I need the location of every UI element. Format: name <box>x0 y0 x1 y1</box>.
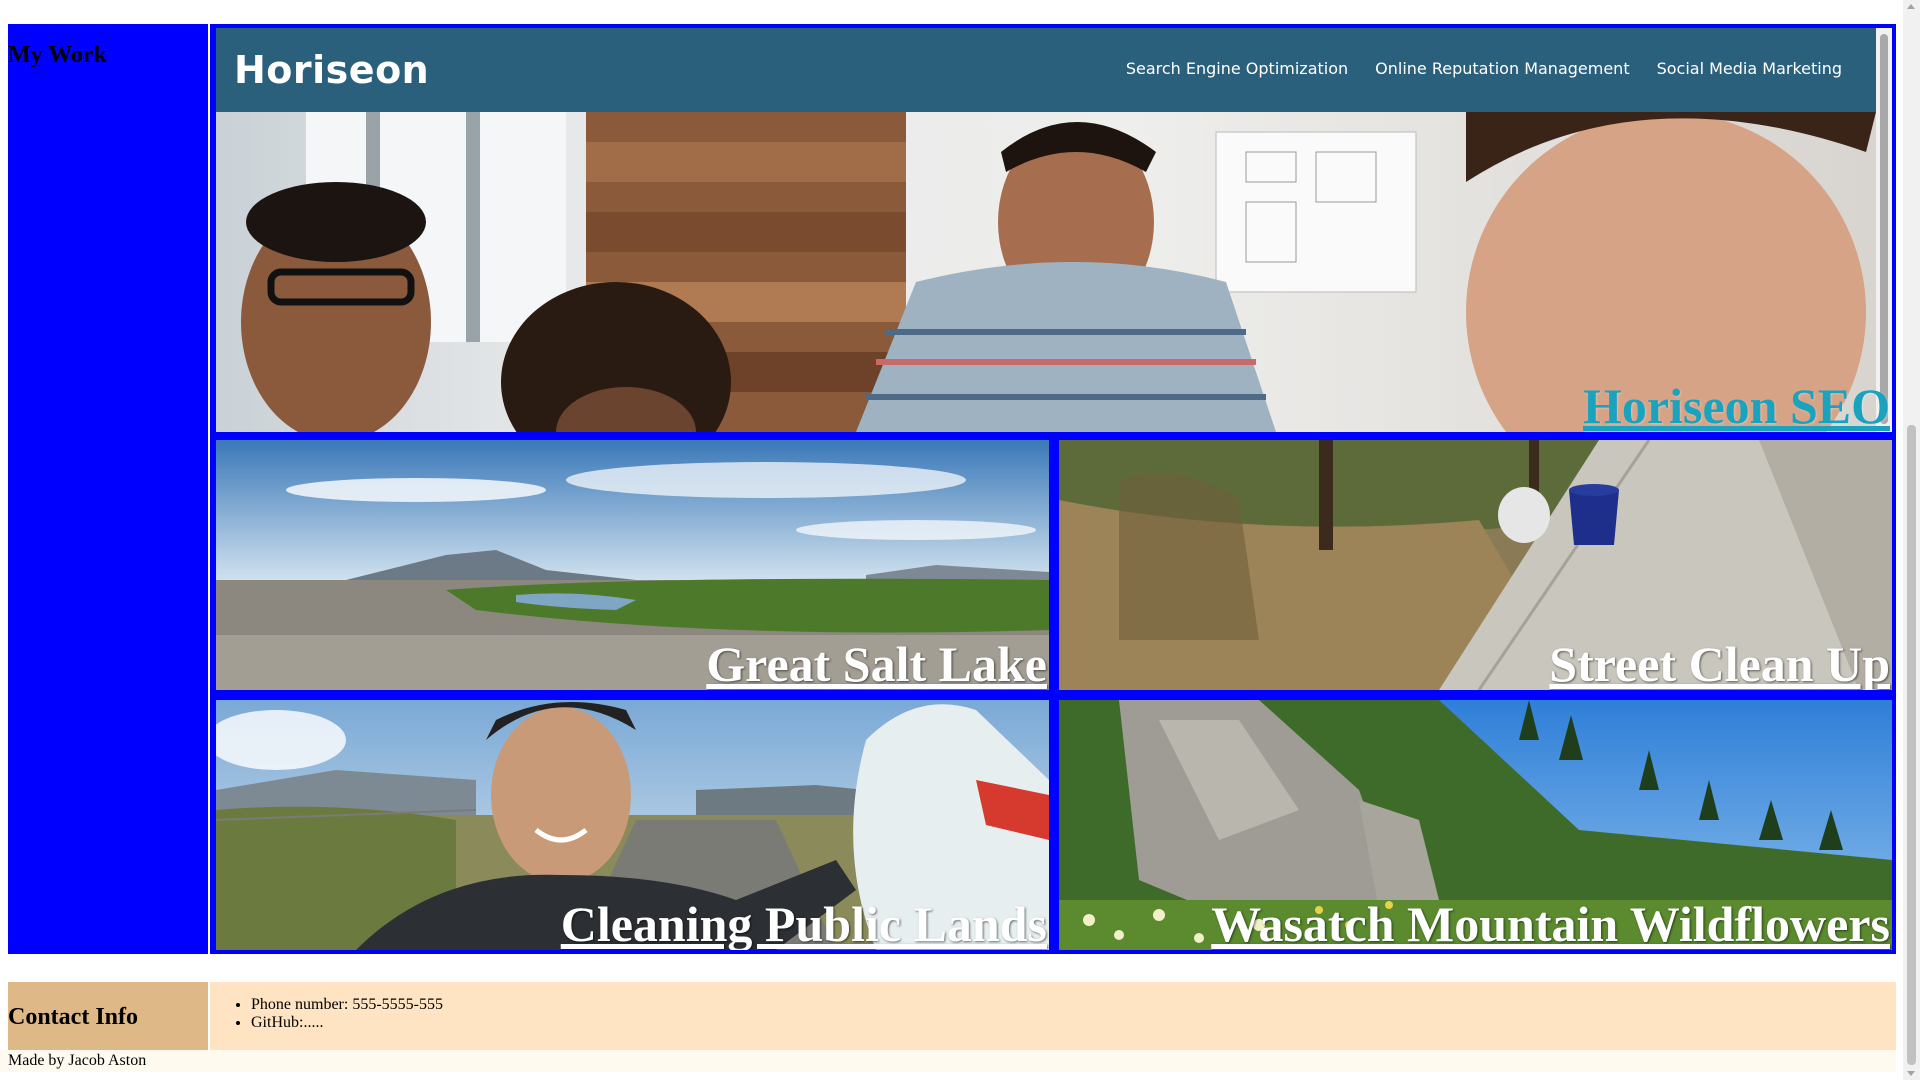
horiseon-nav-item: Search Engine Optimization <box>1125 59 1349 78</box>
my-work-heading-block: My Work <box>8 24 208 954</box>
project-tile-wasatch-wildflowers[interactable]: Wasatch Mountain Wildflowers <box>1059 700 1892 950</box>
scroll-thumb[interactable] <box>1907 425 1916 1065</box>
contact-list: Phone number: 555-5555-555 GitHub:..... <box>210 996 1896 1032</box>
footer: Made by Jacob Aston <box>0 1050 1896 1072</box>
horiseon-logo: Horiseon <box>234 48 430 92</box>
horiseon-nav-item: Social Media Marketing <box>1656 59 1842 78</box>
project-tile-street-clean-up[interactable]: Street Clean Up <box>1059 440 1892 690</box>
horiseon-header: Horiseon Search Engine Optimization Onli… <box>216 28 1876 112</box>
contact-heading-block: Contact Info <box>8 982 208 1050</box>
work-grid: Horiseon Search Engine Optimization Onli… <box>210 24 1896 954</box>
tile-label: Horiseon SEO <box>1583 378 1890 433</box>
contact-list-block: Phone number: 555-5555-555 GitHub:..... <box>210 982 1896 1050</box>
page-scrollbar[interactable] <box>1903 0 1920 1080</box>
project-tile-horiseon[interactable]: Horiseon Search Engine Optimization Onli… <box>216 28 1892 432</box>
contact-github[interactable]: GitHub:..... <box>251 1014 1896 1032</box>
scroll-down-icon[interactable] <box>1907 1071 1915 1076</box>
project-tile-cleaning-public-lands[interactable]: Cleaning Public Lands <box>216 700 1049 950</box>
tile-label: Street Clean Up <box>1549 636 1890 691</box>
contact-phone: Phone number: 555-5555-555 <box>251 996 1896 1014</box>
horiseon-nav: Search Engine Optimization Online Reputa… <box>1126 59 1842 78</box>
contact-heading: Contact Info <box>8 1004 138 1030</box>
tile-label: Great Salt Lake <box>706 636 1047 691</box>
tile-label: Cleaning Public Lands <box>560 896 1047 951</box>
horiseon-scrollbar[interactable] <box>1876 28 1892 432</box>
footer-text: Made by Jacob Aston <box>8 1052 147 1069</box>
horiseon-nav-item: Online Reputation Management <box>1375 59 1630 78</box>
scroll-up-icon[interactable] <box>1907 4 1915 9</box>
tile-label: Wasatch Mountain Wildflowers <box>1211 896 1890 951</box>
my-work-heading: My Work <box>8 42 107 68</box>
project-tile-great-salt-lake[interactable]: Great Salt Lake <box>216 440 1049 690</box>
